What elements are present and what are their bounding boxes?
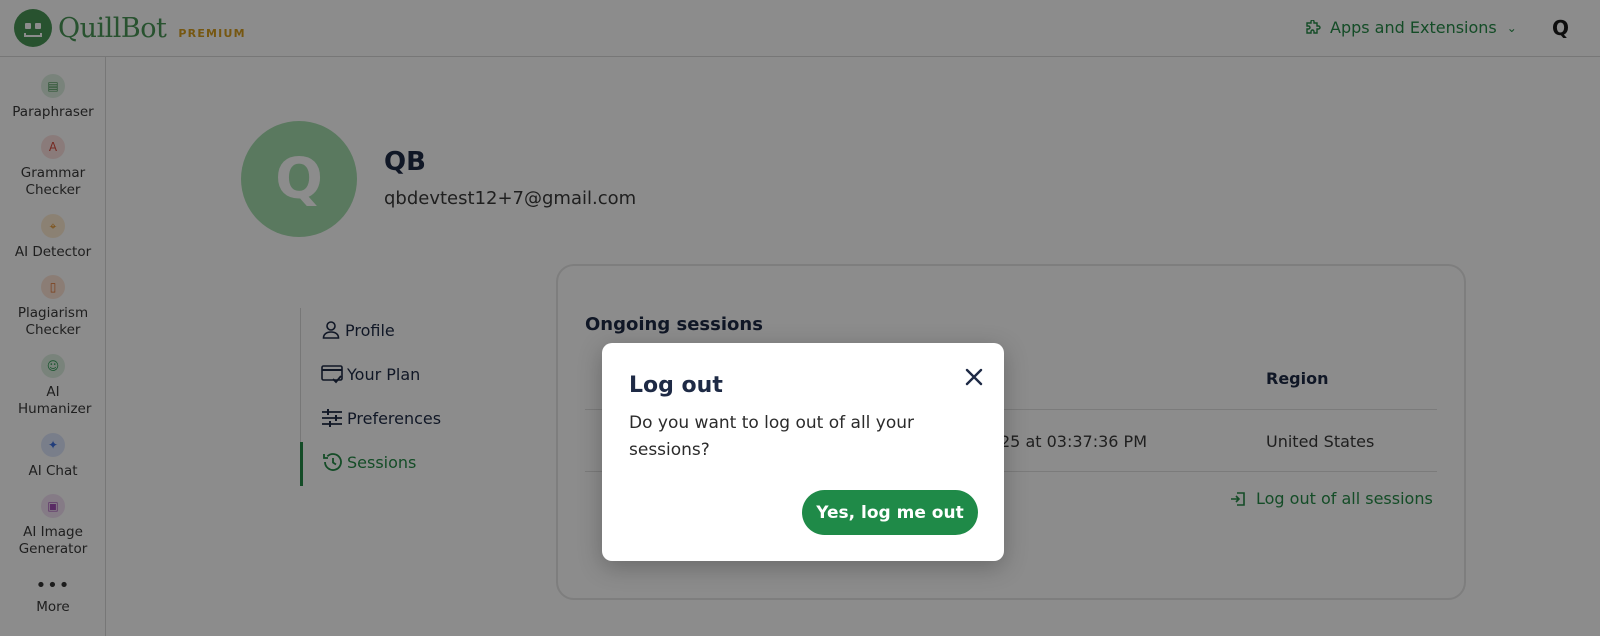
logout-dialog: Log out Do you want to log out of all yo… [602,343,1004,561]
dialog-message: Do you want to log out of all your sessi… [629,413,915,460]
close-icon[interactable] [962,365,986,389]
dialog-title: Log out [629,373,723,398]
confirm-logout-button[interactable]: Yes, log me out [802,490,978,535]
